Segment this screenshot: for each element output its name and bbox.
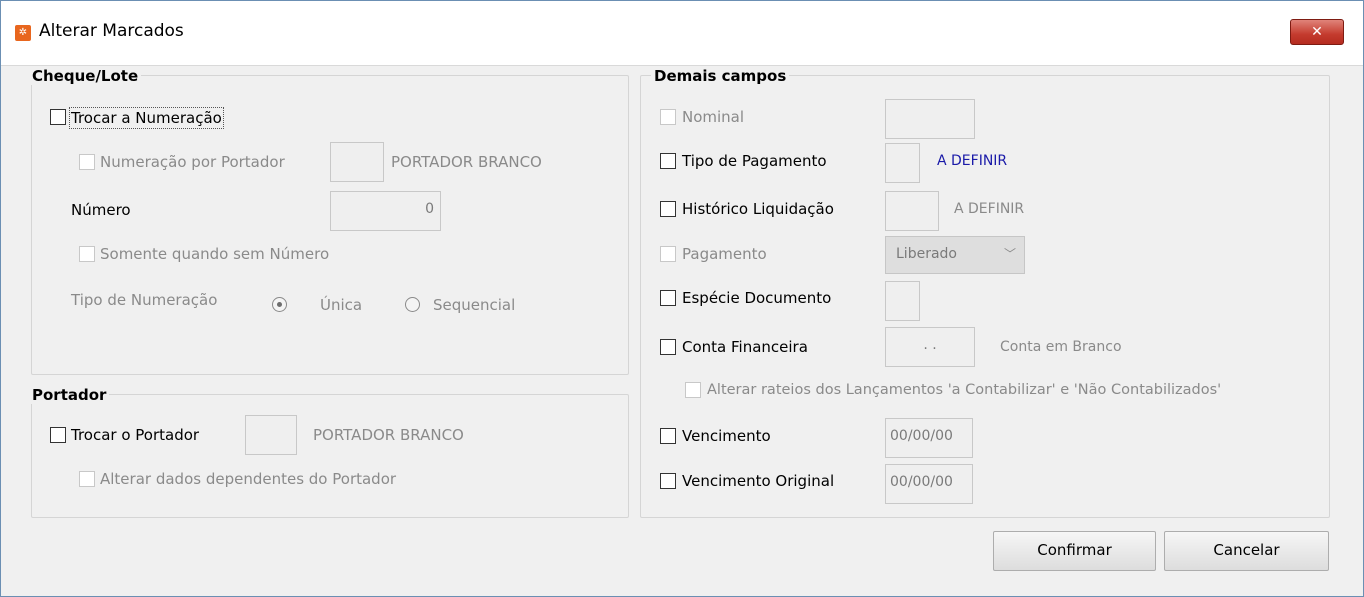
conta-financeira-label[interactable]: Conta Financeira (682, 337, 808, 357)
tipo-pagamento-label[interactable]: Tipo de Pagamento (682, 151, 827, 171)
pagamento-select-value: Liberado (896, 246, 957, 262)
historico-value: A DEFINIR (954, 201, 1025, 217)
vencimento-original-checkbox[interactable] (660, 473, 676, 489)
demais-campos-title: Demais campos (651, 67, 790, 85)
pagamento-select: Liberado ﹀ (885, 236, 1025, 274)
tipo-numeracao-label: Tipo de Numeração (71, 291, 218, 309)
conta-financeira-value: Conta em Branco (1000, 339, 1122, 355)
trocar-numeracao-checkbox[interactable] (50, 109, 66, 125)
numeracao-portador-checkbox (79, 154, 95, 170)
pagamento-checkbox (660, 246, 676, 262)
trocar-numeracao-label[interactable]: Trocar a Numeração (69, 107, 224, 129)
radio-unica-label: Única (320, 296, 363, 314)
portador-field (245, 415, 297, 455)
alterar-rateios-label: Alterar rateios dos Lançamentos 'a Conta… (707, 382, 1222, 398)
vencimento-label[interactable]: Vencimento (682, 426, 771, 446)
alterar-rateios-checkbox (685, 382, 701, 398)
portador-group (31, 394, 629, 518)
vencimento-checkbox[interactable] (660, 428, 676, 444)
chevron-down-icon: ﹀ (1003, 247, 1016, 261)
title-bar: ✲ Alterar Marcados ✕ (1, 1, 1363, 66)
portador-name: PORTADOR BRANCO (313, 426, 464, 444)
tipo-pagamento-checkbox[interactable] (660, 153, 676, 169)
trocar-portador-label[interactable]: Trocar o Portador (71, 425, 199, 445)
portador-title: Portador (29, 386, 110, 404)
tipo-pagamento-value: A DEFINIR (937, 153, 1008, 169)
nominal-checkbox (660, 109, 676, 125)
especie-checkbox[interactable] (660, 290, 676, 306)
app-icon: ✲ (15, 25, 31, 41)
numeracao-portador-field (330, 142, 384, 182)
trocar-portador-checkbox[interactable] (50, 427, 66, 443)
vencimento-field: 00/00/00 (885, 418, 973, 458)
vencimento-original-label[interactable]: Vencimento Original (682, 471, 834, 491)
cheque-lote-title: Cheque/Lote (29, 67, 142, 85)
close-button[interactable]: ✕ (1290, 19, 1344, 45)
radio-unica (272, 297, 287, 312)
radio-sequencial-label: Sequencial (433, 296, 516, 314)
dialog-window: ✲ Alterar Marcados ✕ Cheque/Lote Trocar … (0, 0, 1364, 597)
nominal-field (885, 99, 975, 139)
window-title: Alterar Marcados (39, 21, 184, 41)
conta-financeira-field: . . (885, 327, 975, 367)
nominal-label: Nominal (682, 108, 745, 126)
especie-field (885, 281, 920, 321)
numeracao-portador-name: PORTADOR BRANCO (391, 153, 542, 171)
alterar-dependentes-label: Alterar dados dependentes do Portador (100, 470, 397, 488)
numero-label: Número (71, 201, 131, 219)
conta-financeira-checkbox[interactable] (660, 339, 676, 355)
historico-checkbox[interactable] (660, 201, 676, 217)
tipo-pagamento-field (885, 143, 920, 183)
somente-sem-numero-label: Somente quando sem Número (100, 245, 330, 263)
historico-label[interactable]: Histórico Liquidação (682, 199, 834, 219)
pagamento-label: Pagamento (682, 245, 767, 263)
confirmar-button[interactable]: Confirmar (993, 531, 1156, 571)
somente-sem-numero-checkbox (79, 246, 95, 262)
radio-sequencial (405, 297, 420, 312)
numeracao-portador-label: Numeração por Portador (100, 153, 285, 171)
historico-field (885, 191, 939, 231)
numero-field: 0 (330, 191, 441, 231)
alterar-dependentes-checkbox (79, 471, 95, 487)
vencimento-original-field: 00/00/00 (885, 464, 973, 504)
cancelar-button[interactable]: Cancelar (1164, 531, 1329, 571)
especie-label[interactable]: Espécie Documento (682, 288, 831, 308)
